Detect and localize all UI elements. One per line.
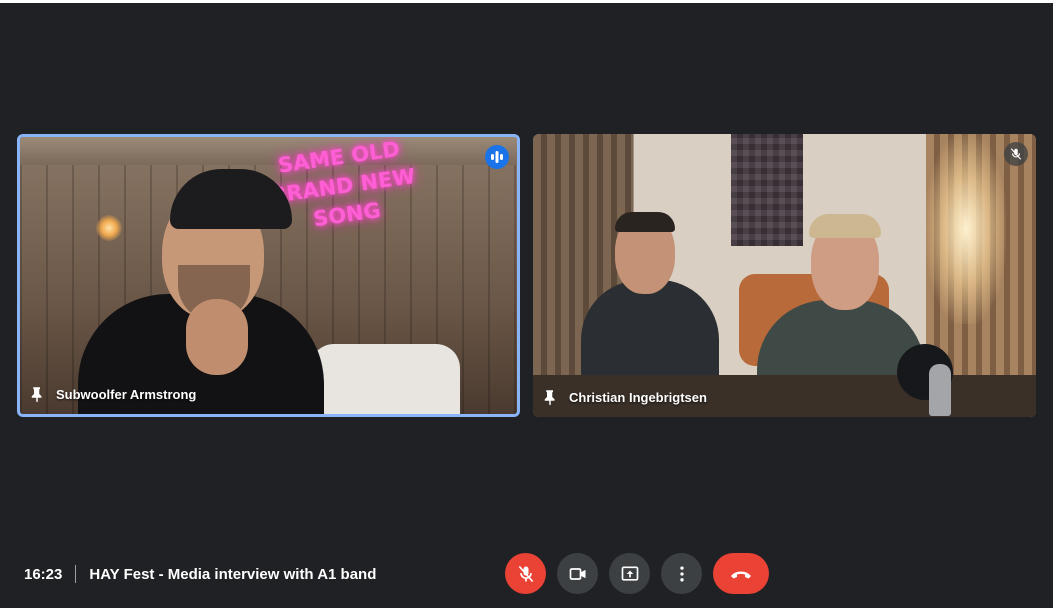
pin-icon[interactable] <box>28 385 46 403</box>
call-end-icon <box>731 571 751 578</box>
participant-name: Subwoolfer Armstrong <box>56 386 197 402</box>
participant-tile-christian-ingebrigtsen[interactable]: Christian Ingebrigtsen <box>533 134 1036 417</box>
present-now-button[interactable] <box>609 553 650 594</box>
participant-name-label: Christian Ingebrigtsen <box>541 388 707 406</box>
videocam-icon <box>569 567 585 580</box>
participant-hair-right <box>809 214 881 238</box>
speaking-indicator-icon <box>485 145 509 169</box>
present-screen-icon <box>621 566 638 581</box>
more-vert-icon <box>679 566 684 581</box>
divider <box>75 565 77 583</box>
meeting-details: 16:23 HAY Fest - Media interview with A1… <box>24 565 376 583</box>
wall-art <box>731 134 803 246</box>
microphone-toggle-button[interactable] <box>505 553 546 594</box>
participant-hand <box>186 299 248 375</box>
mic-off-icon <box>518 565 533 582</box>
video-window-light <box>926 134 1006 324</box>
participant-name-label: Subwoolfer Armstrong <box>28 385 196 403</box>
video-lamp <box>96 215 122 241</box>
leave-call-button[interactable] <box>713 553 769 594</box>
more-options-button[interactable] <box>661 553 702 594</box>
participant-hair-left <box>615 212 675 232</box>
mic-off-icon <box>1004 142 1028 166</box>
video-microphone <box>929 364 951 416</box>
window-top-edge <box>0 0 1053 3</box>
call-controls <box>505 553 769 594</box>
video-sofa <box>310 344 460 414</box>
meeting-title[interactable]: HAY Fest - Media interview with A1 band <box>89 566 376 583</box>
pin-icon[interactable] <box>541 388 559 406</box>
meeting-time: 16:23 <box>24 565 63 583</box>
participant-tile-subwoolfer-armstrong[interactable]: SAME OLD BRAND NEW SONG Subwoolfer Armst… <box>17 134 520 417</box>
participant-name: Christian Ingebrigtsen <box>569 389 707 405</box>
camera-toggle-button[interactable] <box>557 553 598 594</box>
